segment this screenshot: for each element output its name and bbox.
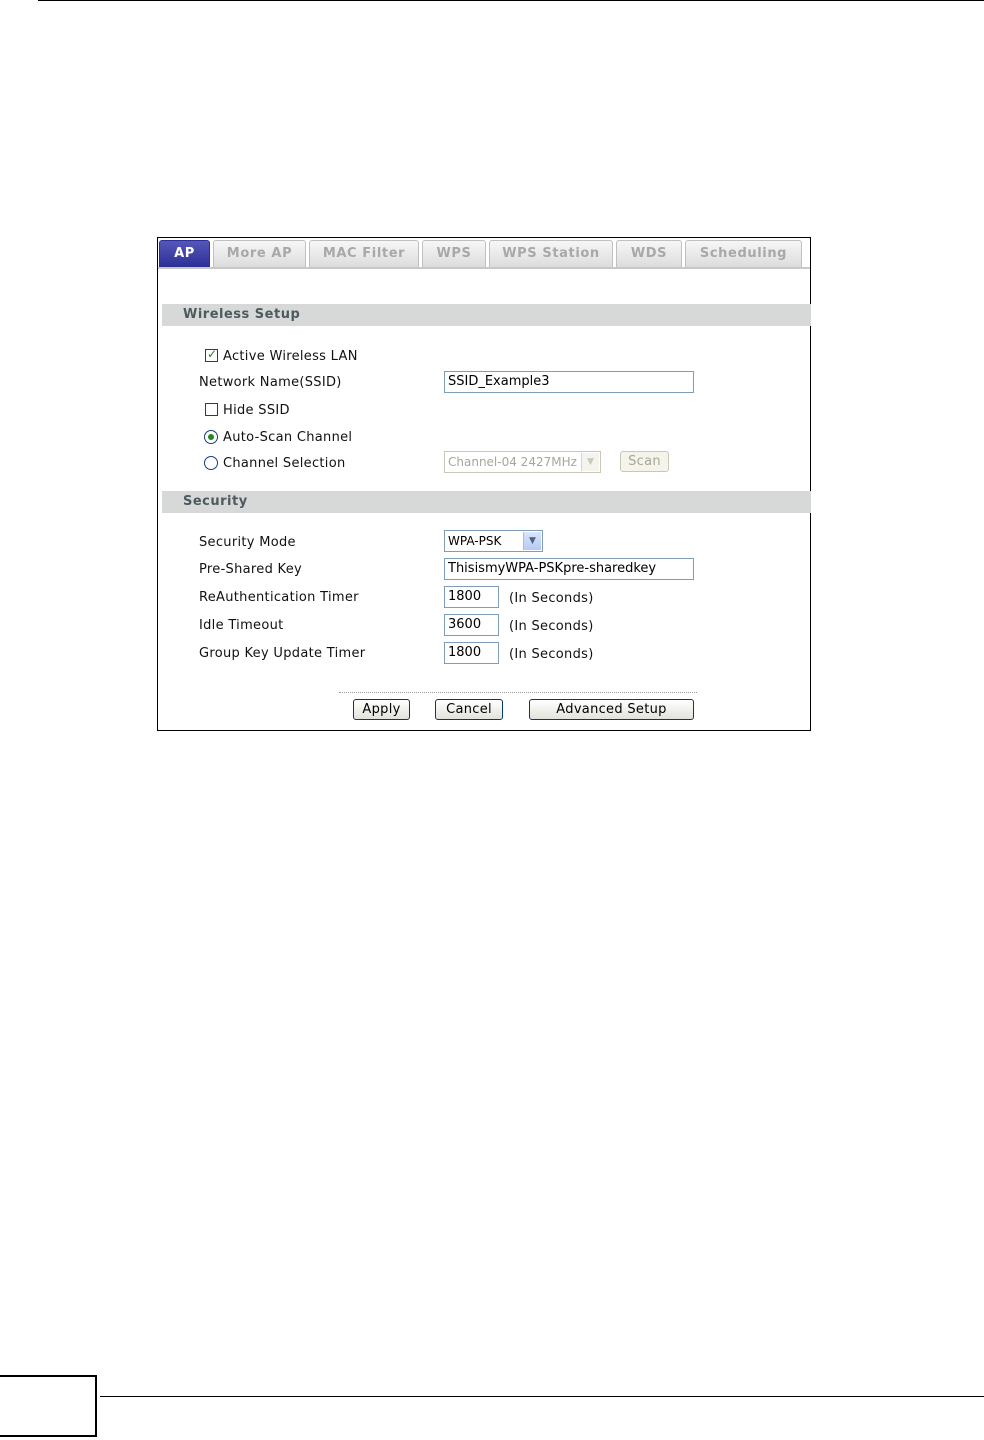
chevron-down-icon: ▼ [523, 532, 541, 550]
top-rule [38, 0, 984, 1]
auto-scan-radio[interactable] [204, 430, 218, 444]
security-mode-label: Security Mode [199, 535, 296, 550]
cancel-button[interactable]: Cancel [435, 699, 503, 720]
reauth-unit-label: (In Seconds) [509, 591, 594, 606]
auto-scan-label: Auto-Scan Channel [223, 430, 353, 445]
channel-select-value: Channel-04 2427MHz [448, 455, 577, 469]
reauth-timer-label: ReAuthentication Timer [199, 590, 359, 605]
hide-ssid-checkbox[interactable] [205, 403, 218, 416]
tab-bar: AP More AP MAC Filter WPS WPS Station WD… [158, 238, 810, 269]
tab-wps-station[interactable]: WPS Station [489, 240, 613, 267]
chevron-down-icon: ▼ [581, 453, 599, 471]
security-mode-value: WPA-PSK [448, 534, 502, 548]
active-wlan-label: Active Wireless LAN [223, 349, 358, 364]
idle-timeout-input[interactable]: 3600 [444, 614, 499, 636]
group-key-unit-label: (In Seconds) [509, 647, 594, 662]
psk-input[interactable]: ThisismyWPA-PSKpre-sharedkey [444, 558, 694, 580]
tab-more-ap[interactable]: More AP [213, 240, 306, 267]
radio-selected-icon [208, 434, 214, 440]
group-key-timer-input[interactable]: 1800 [444, 642, 499, 664]
idle-unit-label: (In Seconds) [509, 619, 594, 634]
tab-scheduling[interactable]: Scheduling [685, 240, 802, 267]
tab-wps[interactable]: WPS [422, 240, 486, 267]
channel-select[interactable]: Channel-04 2427MHz ▼ [444, 451, 601, 473]
ssid-label: Network Name(SSID) [199, 375, 342, 390]
reauth-timer-input[interactable]: 1800 [444, 586, 499, 608]
ssid-input[interactable]: SSID_Example3 [444, 371, 694, 393]
wireless-setup-header: Wireless Setup [162, 304, 811, 326]
tab-ap[interactable]: AP [159, 240, 210, 267]
channel-selection-radio[interactable] [204, 456, 218, 470]
wireless-ap-panel: AP More AP MAC Filter WPS WPS Station WD… [157, 237, 811, 731]
hide-ssid-label: Hide SSID [223, 403, 290, 418]
group-key-timer-label: Group Key Update Timer [199, 646, 366, 661]
check-mark-icon: ✓ [207, 347, 218, 361]
active-wlan-checkbox[interactable]: ✓ [205, 347, 218, 362]
scan-button[interactable]: Scan [620, 451, 669, 472]
page-number-box [0, 1375, 97, 1437]
divider [339, 692, 697, 693]
tab-mac-filter[interactable]: MAC Filter [309, 240, 419, 267]
apply-button[interactable]: Apply [353, 699, 410, 720]
security-mode-select[interactable]: WPA-PSK ▼ [444, 530, 543, 552]
idle-timeout-label: Idle Timeout [199, 618, 284, 633]
footer-rule [100, 1396, 984, 1397]
channel-selection-label: Channel Selection [223, 456, 346, 471]
security-header: Security [162, 491, 811, 513]
tab-wds[interactable]: WDS [616, 240, 682, 267]
advanced-setup-button[interactable]: Advanced Setup [529, 699, 694, 720]
psk-label: Pre-Shared Key [199, 562, 303, 577]
